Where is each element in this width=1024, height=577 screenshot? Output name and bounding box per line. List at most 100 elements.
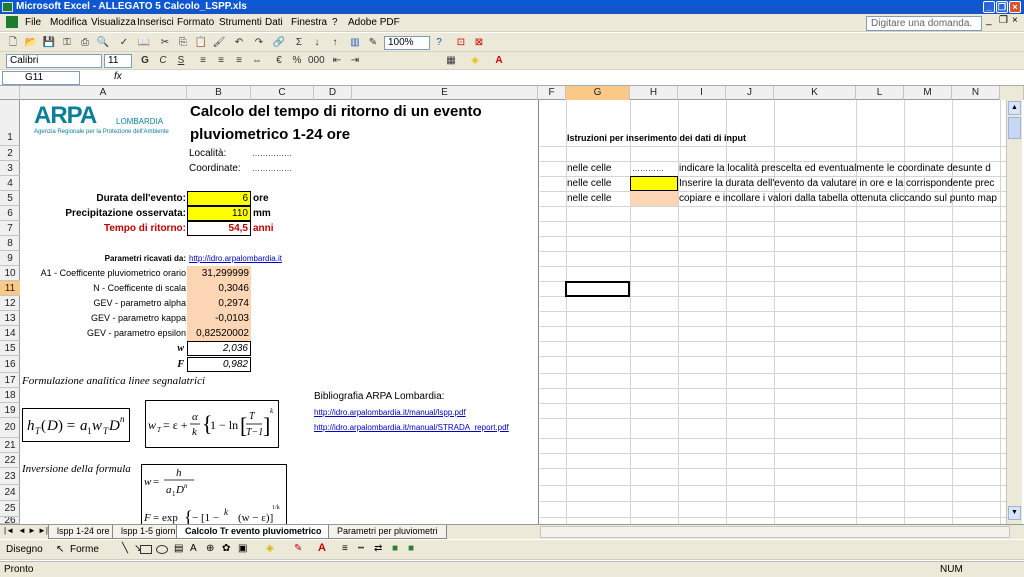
w-value[interactable]: 2,036 [187, 341, 251, 356]
param-value[interactable]: 0,3046 [187, 281, 251, 296]
tab-calcolo-tr[interactable]: Calcolo Tr evento pluviometrico [176, 525, 331, 539]
font-size-select[interactable]: 11 [104, 54, 132, 68]
biblio-link-strada[interactable]: http://idro.arpalombardia.it/manual/STRA… [314, 420, 509, 435]
row-header[interactable]: 19 [0, 403, 20, 418]
col-header-l[interactable]: L [856, 86, 904, 100]
align-center-icon[interactable]: ≡ [214, 54, 228, 67]
cursor-icon[interactable]: ↖ [56, 544, 64, 555]
row-header[interactable]: 16 [0, 356, 20, 373]
biblio-link-lspp[interactable]: http://idro.arpalombardia.it/manual/lspp… [314, 405, 466, 420]
col-header-i[interactable]: I [678, 86, 726, 100]
paste-icon[interactable]: 📋 [194, 36, 208, 49]
col-header-j[interactable]: J [726, 86, 774, 100]
name-box[interactable]: G11 [2, 71, 80, 85]
precip-input[interactable]: 110 [187, 206, 251, 221]
merge-center-icon[interactable]: ⇔ [250, 54, 264, 67]
fill-bucket-icon[interactable]: ◈ [266, 543, 274, 554]
row-header[interactable]: 24 [0, 485, 20, 501]
tab-nav-last-icon[interactable]: ►| [38, 526, 48, 535]
undo-icon[interactable]: ↶ [232, 36, 246, 49]
borders-icon[interactable]: ▦ [444, 54, 458, 67]
thousands-icon[interactable]: 000 [308, 54, 325, 67]
oval-icon[interactable] [156, 545, 168, 554]
autosum-icon[interactable]: Σ [292, 36, 306, 49]
param-value[interactable]: 0,82520002 [187, 326, 251, 341]
ask-question-box[interactable]: Digitare una domanda. [866, 16, 982, 31]
row-header[interactable]: 9 [0, 251, 20, 266]
bold-icon[interactable]: G [138, 54, 152, 67]
underline-icon[interactable]: S [174, 54, 188, 67]
menu-finestra[interactable]: Finestra [291, 17, 327, 28]
doc-close-icon[interactable]: × [1012, 15, 1018, 26]
shadow-icon[interactable]: ■ [392, 543, 398, 554]
param-value[interactable]: 0,2974 [187, 296, 251, 311]
rectangle-icon[interactable] [140, 545, 152, 554]
sort-asc-icon[interactable]: ↓ [310, 36, 324, 49]
clipart-icon[interactable]: ✿ [222, 543, 230, 554]
row-header[interactable]: 5 [0, 191, 20, 206]
menu-help[interactable]: ? [332, 17, 338, 28]
row-header[interactable]: 6 [0, 206, 20, 221]
param-value[interactable]: -0,0103 [187, 311, 251, 326]
menu-modifica[interactable]: Modifica [50, 17, 87, 28]
col-header-b[interactable]: B [187, 86, 251, 100]
scroll-up-icon[interactable]: ▲ [1008, 101, 1021, 115]
3d-icon[interactable]: ■ [408, 543, 414, 554]
print-icon[interactable]: ⎙ [78, 36, 92, 49]
col-header-c[interactable]: C [251, 86, 314, 100]
tab-lspp-1-24[interactable]: lspp 1-24 ore [48, 525, 119, 539]
draw-font-color-icon[interactable]: A [318, 542, 326, 554]
align-left-icon[interactable]: ≡ [196, 54, 210, 67]
menu-file[interactable]: File [25, 17, 41, 28]
row-header[interactable]: 18 [0, 388, 20, 403]
scroll-thumb[interactable] [1008, 117, 1021, 139]
doc-minimize-icon[interactable]: _ [986, 15, 992, 26]
line-icon[interactable]: ╲ [122, 543, 128, 554]
localita-value[interactable]: …………… [252, 146, 292, 161]
tab-nav-first-icon[interactable]: |◄ [4, 526, 14, 535]
row-header[interactable]: 23 [0, 468, 20, 485]
col-header-f[interactable]: F [538, 86, 566, 100]
menu-formato[interactable]: Formato [177, 17, 214, 28]
doc-restore-icon[interactable]: ❐ [999, 15, 1008, 26]
row-header[interactable]: 13 [0, 311, 20, 326]
help-icon[interactable]: ? [432, 36, 446, 49]
menu-inserisci[interactable]: Inserisci [137, 17, 174, 28]
row-header[interactable]: 8 [0, 236, 20, 251]
research-icon[interactable]: 📖 [137, 36, 151, 49]
picture-icon[interactable]: ▣ [238, 543, 247, 554]
font-select[interactable]: Calibri [6, 54, 102, 68]
chart-wizard-icon[interactable]: ▥ [348, 36, 362, 49]
select-all-corner[interactable] [0, 86, 20, 100]
vertical-scrollbar[interactable]: ▲ ▼ [1006, 100, 1022, 524]
menu-dati[interactable]: Dati [265, 17, 283, 28]
params-link[interactable]: http://idro.arpalombardia.it [189, 251, 282, 266]
row-header[interactable]: 7 [0, 221, 20, 236]
row-header[interactable]: 3 [0, 161, 20, 176]
row-header[interactable]: 14 [0, 326, 20, 341]
spelling-icon[interactable]: ✓ [117, 36, 131, 49]
increase-indent-icon[interactable]: ⇥ [348, 54, 362, 67]
row-header[interactable]: 26 [0, 517, 20, 524]
row-header[interactable]: 22 [0, 453, 20, 468]
dash-style-icon[interactable]: ┅ [358, 543, 364, 554]
row-header[interactable]: 10 [0, 266, 20, 281]
col-header-h[interactable]: H [630, 86, 678, 100]
forme-menu[interactable]: Forme [70, 544, 99, 555]
tab-parametri[interactable]: Parametri per pluviometri [328, 525, 447, 539]
wordart-icon[interactable]: A [190, 543, 197, 554]
col-header-g[interactable]: G [566, 86, 630, 100]
row-header[interactable]: 25 [0, 501, 20, 517]
row-header[interactable]: 20 [0, 418, 20, 438]
row-header[interactable]: 12 [0, 296, 20, 311]
tab-nav-next-icon[interactable]: ► [28, 526, 36, 535]
cut-icon[interactable]: ✂ [158, 36, 172, 49]
col-header-n[interactable]: N [952, 86, 1000, 100]
percent-icon[interactable]: % [290, 54, 304, 67]
active-cell-g11[interactable] [565, 281, 630, 297]
pdf-create-icon[interactable]: ⊡ [454, 36, 468, 49]
row-header[interactable]: 21 [0, 438, 20, 453]
menu-visualizza[interactable]: Visualizza [91, 17, 136, 28]
decrease-indent-icon[interactable]: ⇤ [330, 54, 344, 67]
redo-icon[interactable]: ↷ [252, 36, 266, 49]
